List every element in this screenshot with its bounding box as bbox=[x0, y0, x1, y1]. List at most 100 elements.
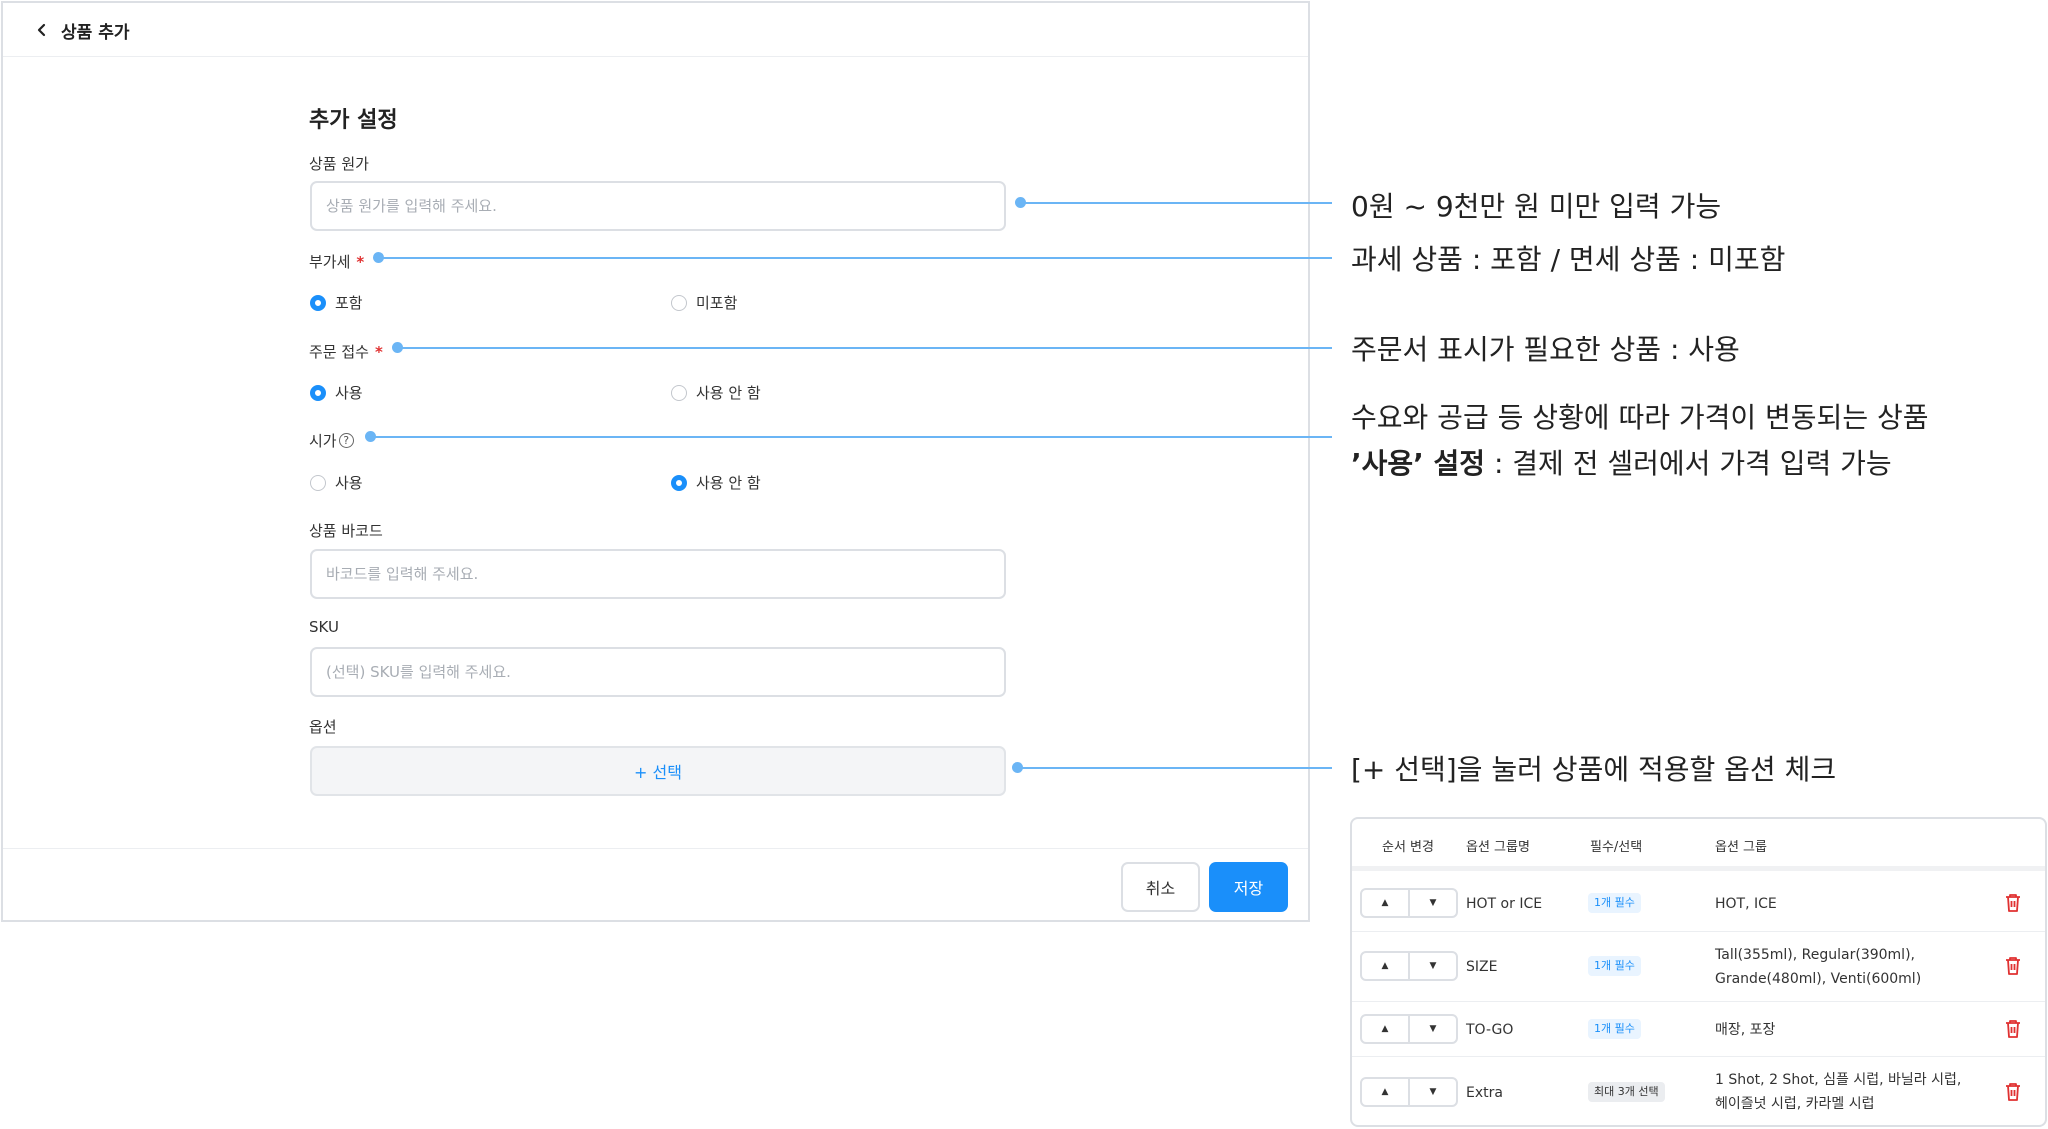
annotation-vat: 과세 상품 : 포함 / 면세 상품 : 미포함 bbox=[1351, 243, 1786, 276]
option-group-name: TO-GO bbox=[1466, 1022, 1514, 1038]
sku-input[interactable] bbox=[310, 647, 1006, 697]
annotation-market-price-line2: ’사용’ 설정 : 결제 전 셀러에서 가격 입력 가능 bbox=[1351, 442, 1892, 482]
annotation-line bbox=[378, 257, 1332, 259]
annotation-emphasis: ’사용’ 설정 bbox=[1351, 447, 1486, 480]
annotation-order-receipt: 주문서 표시가 필요한 상품 : 사용 bbox=[1351, 333, 1740, 366]
option-group-line: 매장, 포장 bbox=[1715, 1022, 1776, 1038]
column-header-group: 옵션 그룹 bbox=[1715, 840, 1767, 855]
page-title: 상품 추가 bbox=[61, 23, 130, 43]
radio-circle bbox=[310, 384, 326, 401]
barcode-label: 상품 바코드 bbox=[309, 522, 383, 540]
table-row: ▲ ▼ HOT or ICE 1개 필수 HOT, ICE bbox=[1352, 876, 2045, 932]
trash-icon[interactable] bbox=[2004, 1082, 2022, 1102]
order-receipt-label-text: 주문 접수 bbox=[309, 343, 369, 361]
option-group-name: Extra bbox=[1466, 1085, 1503, 1101]
option-group-values: Tall(355ml), Regular(390ml), Grande(480m… bbox=[1715, 943, 1921, 991]
annotation-line bbox=[1017, 767, 1332, 769]
barcode-input[interactable] bbox=[310, 549, 1006, 599]
order-stepper: ▲ ▼ bbox=[1360, 1077, 1458, 1107]
annotation-price: 0원 ~ 9천만 원 미만 입력 가능 bbox=[1351, 190, 1722, 223]
option-group-name: SIZE bbox=[1466, 959, 1498, 975]
order-stepper: ▲ ▼ bbox=[1360, 1014, 1458, 1044]
radio-label: 미포함 bbox=[696, 294, 738, 312]
caret-down-icon[interactable]: ▼ bbox=[1408, 1079, 1456, 1105]
order-receipt-use-radio[interactable]: 사용 bbox=[310, 382, 363, 403]
table-row: ▲ ▼ SIZE 1개 필수 Tall(355ml), Regular(390m… bbox=[1352, 932, 2045, 1002]
radio-label: 사용 안 함 bbox=[696, 474, 761, 492]
vat-label-text: 부가세 bbox=[309, 253, 351, 271]
column-header-required: 필수/선택 bbox=[1590, 840, 1643, 855]
caret-up-icon[interactable]: ▲ bbox=[1362, 890, 1408, 916]
caret-up-icon[interactable]: ▲ bbox=[1362, 953, 1408, 979]
product-add-dialog: 상품 추가 추가 설정 상품 원가 부가세 * 포함 미포함 주문 접수 * 사용 … bbox=[1, 1, 1310, 922]
required-badge: 1개 필수 bbox=[1588, 1019, 1641, 1039]
trash-icon[interactable] bbox=[2004, 893, 2022, 913]
required-badge: 1개 필수 bbox=[1588, 956, 1641, 976]
option-group-values: HOT, ICE bbox=[1715, 892, 1777, 916]
radio-circle bbox=[671, 384, 687, 401]
trash-icon[interactable] bbox=[2004, 956, 2022, 976]
caret-up-icon[interactable]: ▲ bbox=[1362, 1016, 1408, 1042]
order-stepper: ▲ ▼ bbox=[1360, 951, 1458, 981]
vat-exclude-radio[interactable]: 미포함 bbox=[671, 292, 737, 313]
radio-label: 포함 bbox=[335, 294, 363, 312]
option-group-name: HOT or ICE bbox=[1466, 896, 1543, 912]
table-row: ▲ ▼ Extra 최대 3개 선택 1 Shot, 2 Shot, 심플 시럽… bbox=[1352, 1057, 2045, 1125]
question-circle-icon[interactable]: ? bbox=[338, 433, 354, 448]
annotation-options: [+ 선택]을 눌러 상품에 적용할 옵션 체크 bbox=[1351, 753, 1837, 786]
required-marker: * bbox=[374, 343, 383, 361]
radio-label: 사용 안 함 bbox=[696, 384, 761, 402]
option-group-line: 1 Shot, 2 Shot, 심플 시럽, 바닐라 시럽, bbox=[1715, 1072, 1962, 1088]
order-receipt-label: 주문 접수 * bbox=[309, 341, 383, 362]
radio-label: 사용 bbox=[335, 384, 363, 402]
option-group-values: 1 Shot, 2 Shot, 심플 시럽, 바닐라 시럽, 헤이즐넛 시럽, … bbox=[1715, 1068, 1961, 1116]
radio-label: 사용 bbox=[335, 474, 363, 492]
market-price-label-text: 시가 bbox=[309, 432, 337, 450]
footer-divider bbox=[3, 848, 1308, 849]
annotation-text: : 결제 전 셀러에서 가격 입력 가능 bbox=[1485, 447, 1892, 480]
cancel-button[interactable]: 취소 bbox=[1121, 862, 1200, 912]
max-select-badge: 최대 3개 선택 bbox=[1588, 1082, 1665, 1102]
option-group-line: 헤이즐넛 시럽, 카라멜 시럽 bbox=[1715, 1096, 1875, 1112]
sku-label: SKU bbox=[309, 618, 339, 636]
save-button[interactable]: 저장 bbox=[1209, 862, 1288, 912]
table-header: 순서 변경 옵션 그룹명 필수/선택 옵션 그룹 bbox=[1352, 819, 2045, 871]
radio-circle bbox=[310, 294, 326, 311]
market-price-label: 시가? bbox=[309, 430, 354, 451]
market-price-use-radio[interactable]: 사용 bbox=[310, 472, 363, 493]
price-input[interactable] bbox=[310, 181, 1006, 231]
option-group-table: 순서 변경 옵션 그룹명 필수/선택 옵션 그룹 ▲ ▼ HOT or ICE … bbox=[1350, 817, 2047, 1127]
table-row: ▲ ▼ TO-GO 1개 필수 매장, 포장 bbox=[1352, 1002, 2045, 1057]
required-badge: 1개 필수 bbox=[1588, 893, 1641, 913]
radio-circle bbox=[671, 294, 687, 311]
chevron-left-icon[interactable] bbox=[33, 20, 51, 40]
options-label: 옵션 bbox=[309, 718, 337, 736]
option-group-line: HOT, ICE bbox=[1715, 896, 1777, 912]
column-header-group-name: 옵션 그룹명 bbox=[1466, 840, 1530, 855]
market-price-unused-radio[interactable]: 사용 안 함 bbox=[671, 472, 761, 493]
dialog-header: 상품 추가 bbox=[3, 3, 1308, 57]
caret-up-icon[interactable]: ▲ bbox=[1362, 1079, 1408, 1105]
price-label: 상품 원가 bbox=[309, 155, 369, 173]
vat-label: 부가세 * bbox=[309, 251, 364, 272]
annotation-line bbox=[370, 436, 1332, 438]
section-title: 추가 설정 bbox=[309, 108, 398, 133]
caret-down-icon[interactable]: ▼ bbox=[1408, 1016, 1456, 1042]
order-receipt-unused-radio[interactable]: 사용 안 함 bbox=[671, 382, 761, 403]
radio-circle bbox=[671, 474, 687, 491]
option-group-line: Tall(355ml), Regular(390ml), bbox=[1715, 947, 1915, 963]
radio-circle bbox=[310, 474, 326, 491]
option-group-values: 매장, 포장 bbox=[1715, 1018, 1775, 1042]
annotation-line bbox=[397, 347, 1332, 349]
vat-include-radio[interactable]: 포함 bbox=[310, 292, 363, 313]
caret-down-icon[interactable]: ▼ bbox=[1408, 890, 1456, 916]
annotation-line bbox=[1020, 202, 1332, 204]
required-marker: * bbox=[356, 253, 365, 271]
option-select-button[interactable]: + 선택 bbox=[310, 746, 1006, 796]
option-group-line: Grande(480ml), Venti(600ml) bbox=[1715, 971, 1922, 987]
annotation-market-price-line1: 수요와 공급 등 상황에 따라 가격이 변동되는 상품 bbox=[1351, 401, 1929, 434]
caret-down-icon[interactable]: ▼ bbox=[1408, 953, 1456, 979]
order-stepper: ▲ ▼ bbox=[1360, 888, 1458, 918]
column-header-order: 순서 변경 bbox=[1382, 840, 1434, 855]
trash-icon[interactable] bbox=[2004, 1019, 2022, 1039]
